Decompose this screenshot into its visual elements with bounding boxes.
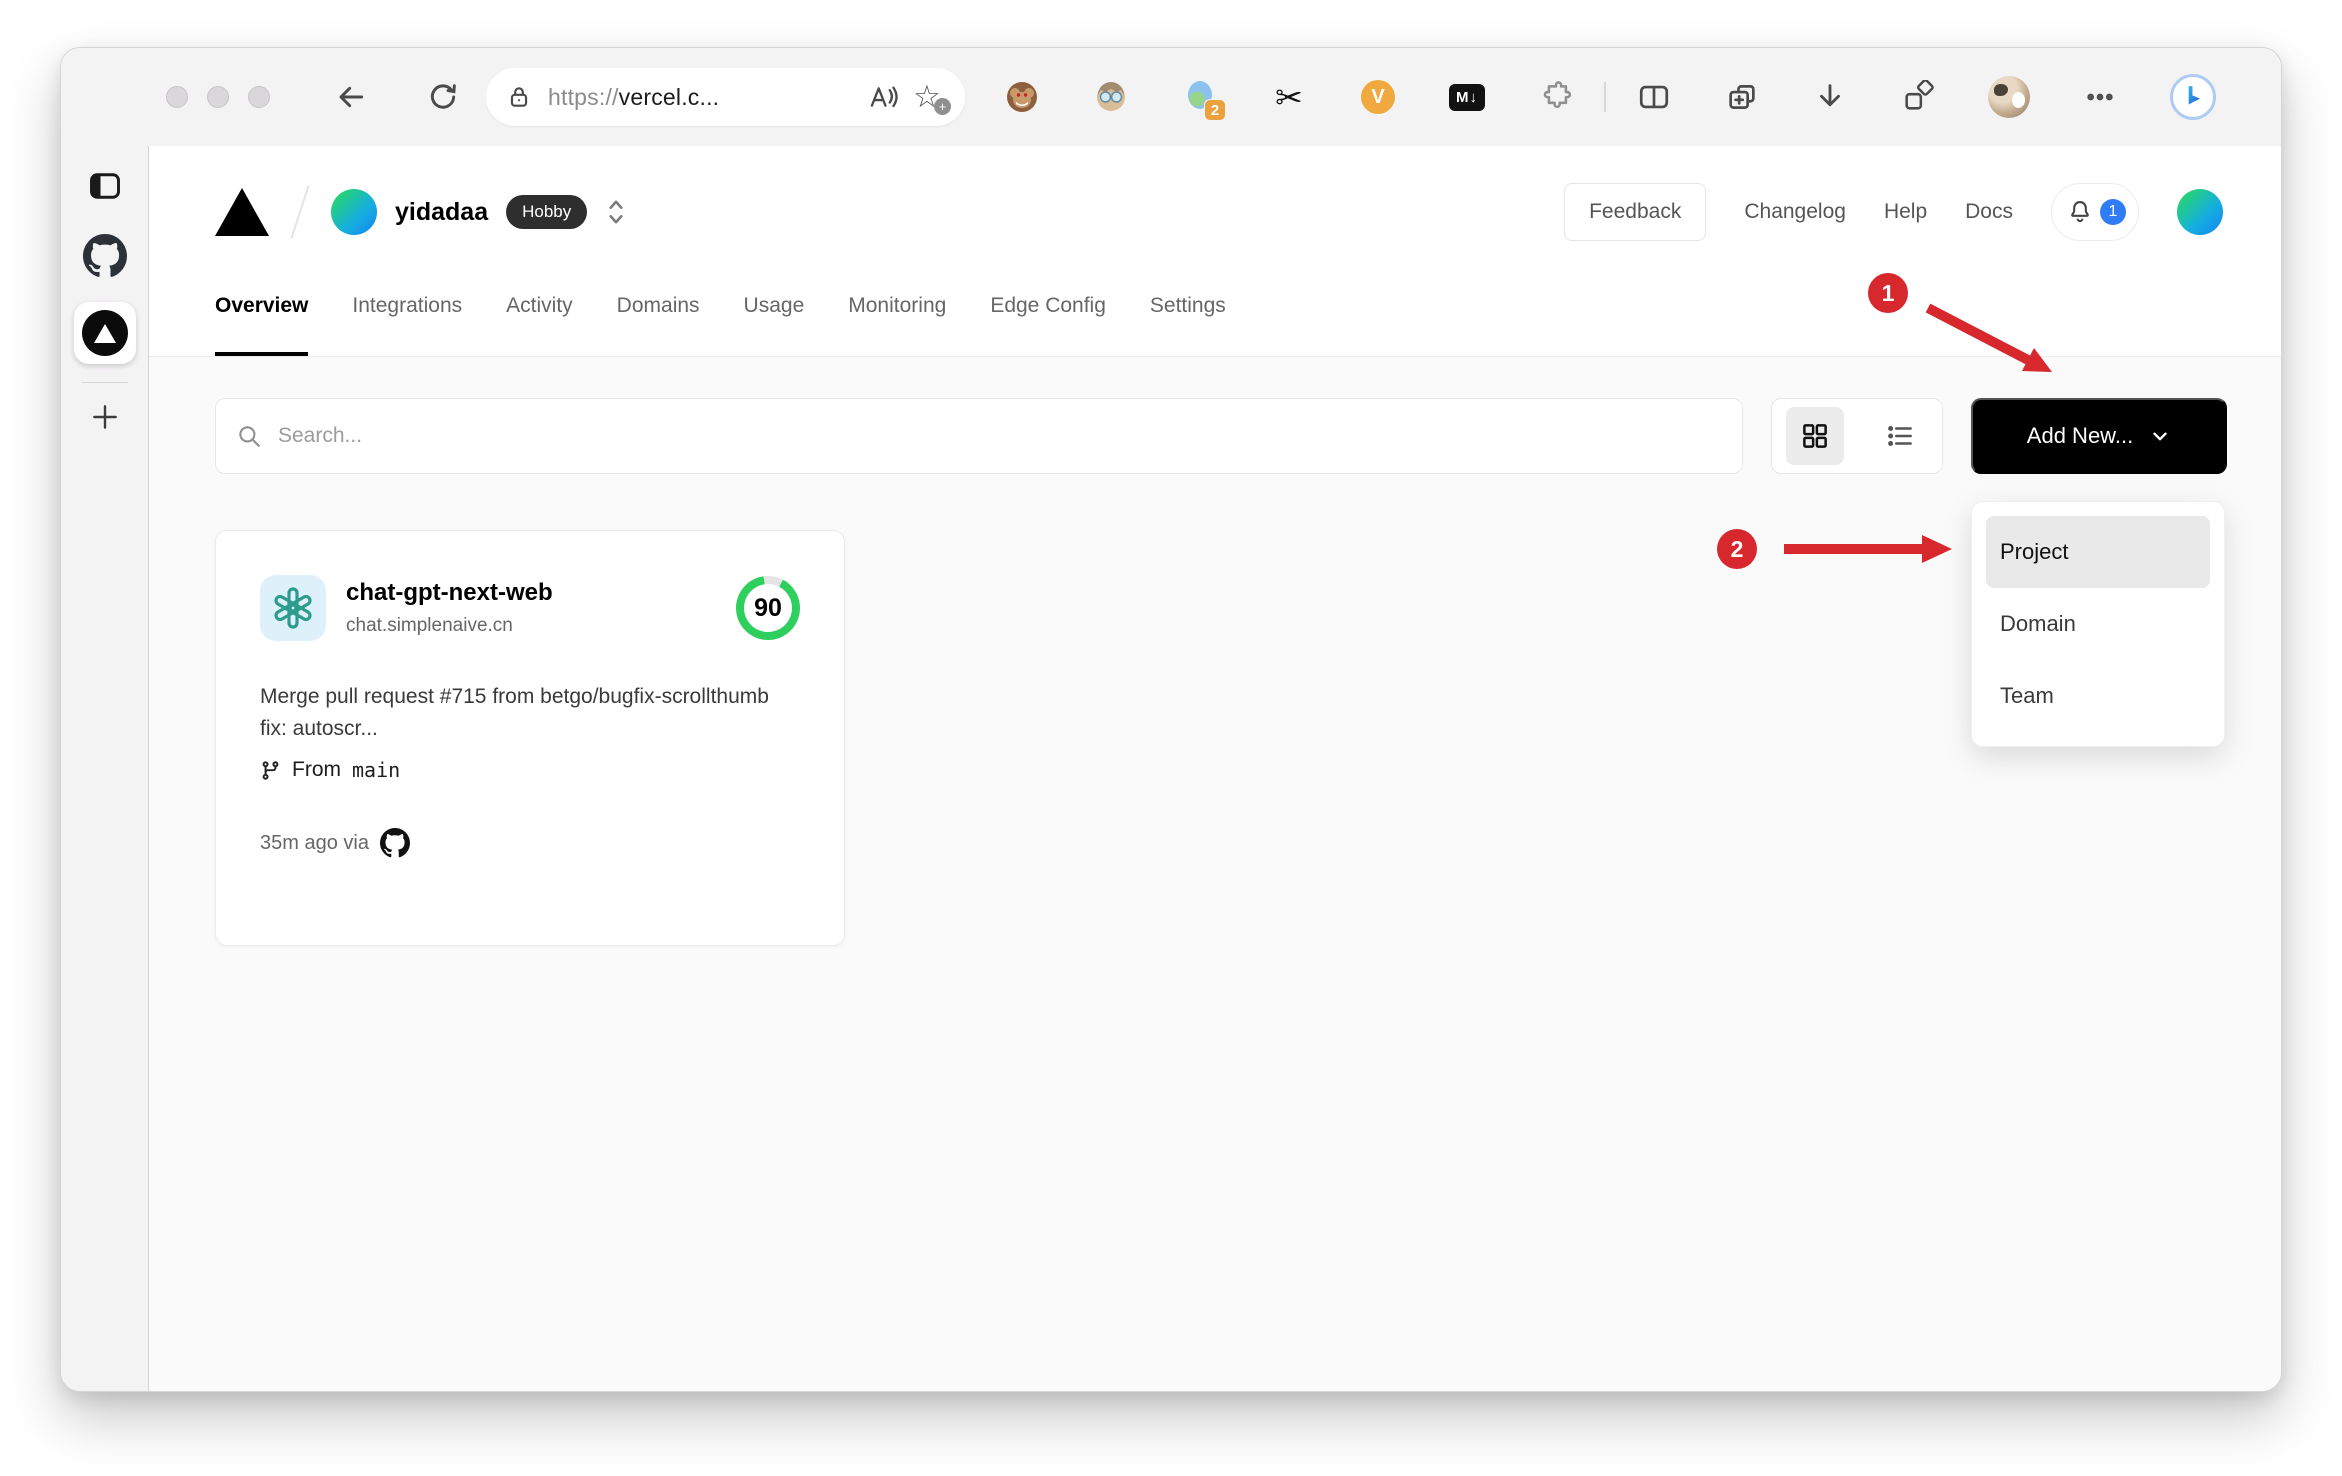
tab-settings[interactable]: Settings [1150,294,1226,356]
github-tab-icon[interactable] [82,234,127,278]
dropdown-item-team[interactable]: Team [1986,660,2210,732]
project-card[interactable]: chat-gpt-next-web chat.simplenaive.cn 90… [215,530,845,946]
translate-badge: 2 [1204,99,1226,121]
project-favicon-tile [260,575,326,641]
list-view-button[interactable] [1857,399,1942,473]
favorite-star-icon[interactable]: ☆ + [913,79,951,115]
v-extension-icon[interactable]: V [1360,79,1396,115]
help-link[interactable]: Help [1884,200,1927,224]
deploy-meta: 35m ago via [260,831,369,854]
tab-integrations[interactable]: Integrations [352,294,462,356]
score-ring[interactable]: 90 [736,576,800,640]
person-extension-icon[interactable] [1093,79,1129,115]
read-aloud-icon[interactable] [867,82,899,112]
add-new-dropdown: Project Domain Team [1971,501,2225,747]
vercel-favicon [81,310,128,356]
plan-badge: Hobby [506,195,588,229]
branch-name[interactable]: main [352,758,400,782]
add-favorite-plus: + [934,98,951,115]
vercel-tabs: Overview Integrations Activity Domains U… [215,294,2223,356]
list-view-icon [1887,426,1912,446]
toolbar-right-icons [1636,74,2216,120]
notification-count-badge: 1 [2100,199,2126,225]
sidebar-pane-toggle-icon[interactable] [87,168,123,204]
user-avatar[interactable] [2177,189,2223,235]
back-button[interactable] [333,79,369,115]
browser-profile-avatar[interactable] [1988,76,2030,118]
translate-extension-icon[interactable]: 2 [1182,79,1226,121]
markdown-extension-icon[interactable]: M↓ [1449,79,1485,115]
breadcrumb-slash [290,185,310,239]
sidebar-divider [81,382,128,383]
browser-window: https://vercel.c... ☆ + 2 ✂ V M↓ yidadaa… [60,47,2282,1392]
branch-prefix: From [292,758,341,781]
browser-sidebar [61,146,149,1391]
close-window-button[interactable] [166,86,188,108]
project-name[interactable]: chat-gpt-next-web [346,579,553,607]
download-icon[interactable] [1812,79,1848,115]
changelog-link[interactable]: Changelog [1744,200,1846,224]
vercel-page: yidadaa Hobby Feedback Changelog Help Do… [149,146,2281,1391]
grid-view-button[interactable] [1772,399,1857,473]
project-domain[interactable]: chat.simplenaive.cn [346,615,553,637]
team-name: yidadaa [395,197,489,226]
docs-link[interactable]: Docs [1965,200,2013,224]
bing-chat-icon[interactable] [2170,74,2216,120]
commit-message[interactable]: Merge pull request #715 from betgo/bugfi… [260,681,800,744]
tab-activity[interactable]: Activity [506,294,573,356]
openai-logo-icon [274,587,312,629]
tab-edge-config[interactable]: Edge Config [990,294,1106,356]
scissors-extension-icon[interactable]: ✂ [1271,78,1307,117]
split-screen-icon[interactable] [1636,79,1672,115]
more-menu-icon[interactable] [2082,79,2118,115]
url-text: https://vercel.c... [548,83,720,110]
collections-icon[interactable] [1724,79,1760,115]
vercel-logo[interactable] [215,188,269,236]
tab-monitoring[interactable]: Monitoring [848,294,946,356]
team-avatar [331,189,377,235]
bell-icon [2071,201,2089,223]
traffic-lights [166,86,270,108]
apps-icon[interactable] [1900,79,1936,115]
team-selector-chevrons-icon[interactable] [603,197,629,227]
feedback-button[interactable]: Feedback [1564,183,1707,241]
extensions-row: 2 ✂ V M↓ [1004,78,1574,121]
search-icon [239,426,260,447]
overview-content: Add New... [149,357,2281,1391]
grid-view-icon [1802,424,1827,448]
lock-icon [510,87,528,107]
address-bar[interactable]: https://vercel.c... ☆ + [486,68,965,126]
tab-overview[interactable]: Overview [215,294,309,356]
maximize-window-button[interactable] [248,86,270,108]
search-input[interactable] [278,424,1722,448]
reload-button[interactable] [425,79,461,115]
vercel-header: yidadaa Hobby Feedback Changelog Help Do… [149,146,2281,357]
monkey-extension-icon[interactable] [1004,79,1040,115]
github-icon [379,828,410,858]
minimize-window-button[interactable] [207,86,229,108]
add-new-button[interactable]: Add New... [1971,398,2227,474]
dropdown-item-project[interactable]: Project [1986,516,2210,588]
dropdown-item-domain[interactable]: Domain [1986,588,2210,660]
tab-domains[interactable]: Domains [617,294,700,356]
vercel-tab-active[interactable] [73,302,136,364]
search-box [215,398,1743,474]
puzzle-extensions-icon[interactable] [1538,79,1574,115]
notifications-button[interactable]: 1 [2051,183,2139,241]
score-value: 90 [744,584,792,632]
team-switcher[interactable]: yidadaa Hobby [331,189,629,235]
view-toggle [1771,398,1943,474]
chevron-down-icon [2153,432,2167,441]
new-tab-button[interactable] [89,401,121,433]
tab-usage[interactable]: Usage [744,294,805,356]
browser-toolbar: https://vercel.c... ☆ + 2 ✂ V M↓ [61,48,2281,146]
toolbar-divider [1604,82,1606,112]
git-branch-icon [262,760,279,780]
